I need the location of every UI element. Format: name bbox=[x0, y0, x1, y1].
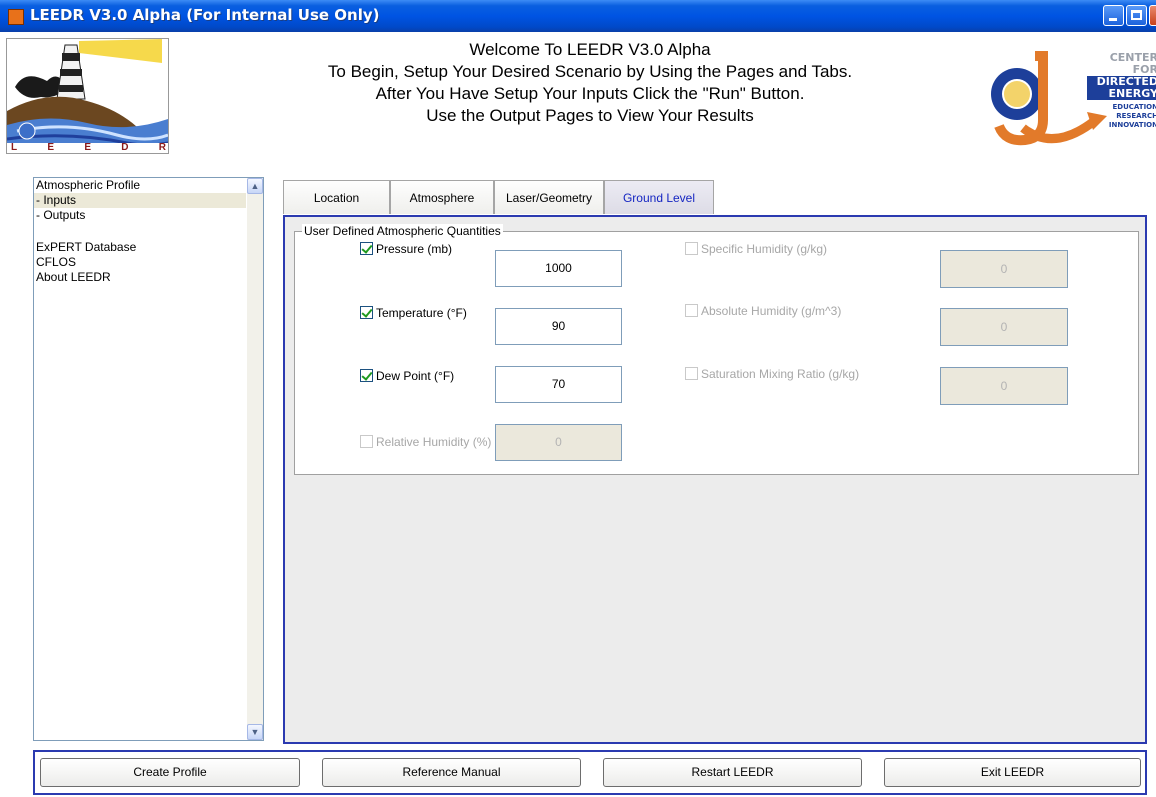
welcome-line: Use the Output Pages to View Your Result… bbox=[426, 106, 754, 125]
maximize-button[interactable] bbox=[1126, 5, 1147, 26]
absolute-humidity-checkbox[interactable]: Absolute Humidity (g/m^3) bbox=[685, 304, 841, 318]
checkbox-unchecked-icon bbox=[685, 304, 698, 317]
saturation-mixing-ratio-label: Saturation Mixing Ratio (g/kg) bbox=[701, 367, 860, 381]
logo-text-line: EDUCATION bbox=[1112, 103, 1156, 111]
chevron-up-icon: ▲ bbox=[250, 181, 260, 191]
window-title: LEEDR V3.0 Alpha (For Internal Use Only) bbox=[30, 6, 380, 24]
welcome-text: Welcome To LEEDR V3.0 Alpha To Begin, Se… bbox=[290, 39, 890, 127]
logo-text: CENTER FOR DIRECTED ENERGY EDUCATION RES… bbox=[1087, 52, 1156, 130]
checkbox-checked-icon bbox=[360, 306, 373, 319]
relative-humidity-label: Relative Humidity (%) bbox=[376, 435, 492, 449]
minimize-icon bbox=[1109, 18, 1117, 21]
leedr-logo: L E E D R bbox=[6, 38, 169, 154]
tab-location[interactable]: Location bbox=[283, 180, 390, 214]
absolute-humidity-label: Absolute Humidity (g/m^3) bbox=[701, 304, 842, 318]
sidebar-item-cflos[interactable]: CFLOS bbox=[34, 255, 263, 270]
dew-point-label: Dew Point (°F) bbox=[376, 369, 455, 383]
tab-atmosphere[interactable]: Atmosphere bbox=[390, 180, 494, 214]
restart-leedr-button[interactable]: Restart LEEDR bbox=[603, 758, 862, 787]
reference-manual-button[interactable]: Reference Manual bbox=[322, 758, 581, 787]
exit-leedr-button[interactable]: Exit LEEDR bbox=[884, 758, 1141, 787]
temperature-checkbox[interactable]: Temperature (°F) bbox=[360, 306, 467, 320]
sidebar-item-outputs[interactable]: - Outputs bbox=[34, 208, 263, 223]
chevron-down-icon: ▼ bbox=[250, 727, 260, 737]
sidebar-item-inputs[interactable]: - Inputs bbox=[34, 193, 246, 208]
atmospheric-quantities-group: User Defined Atmospheric Quantities Pres… bbox=[294, 224, 1139, 475]
pressure-checkbox[interactable]: Pressure (mb) bbox=[360, 242, 452, 256]
specific-humidity-checkbox[interactable]: Specific Humidity (g/kg) bbox=[685, 242, 827, 256]
tab-laser-geometry[interactable]: Laser/Geometry bbox=[494, 180, 604, 214]
tab-ground-level[interactable]: Ground Level bbox=[604, 180, 714, 214]
action-bar: Create Profile Reference Manual Restart … bbox=[33, 750, 1147, 795]
checkbox-checked-icon bbox=[360, 242, 373, 255]
specific-humidity-input[interactable]: 0 bbox=[940, 250, 1068, 288]
app-client-area: L E E D R Welcome To LEEDR V3.0 Alpha To… bbox=[0, 32, 1156, 797]
maximize-icon bbox=[1131, 10, 1142, 20]
welcome-line: To Begin, Setup Your Desired Scenario by… bbox=[327, 62, 853, 81]
logo-letter: E bbox=[47, 142, 55, 153]
logo-letter: D bbox=[121, 142, 129, 153]
checkbox-unchecked-icon bbox=[685, 367, 698, 380]
logo-text-line: RESEARCH bbox=[1116, 112, 1156, 120]
sidebar-item-atmospheric-profile[interactable]: Atmospheric Profile bbox=[34, 178, 263, 193]
close-button[interactable] bbox=[1149, 5, 1156, 26]
relative-humidity-checkbox[interactable]: Relative Humidity (%) bbox=[360, 435, 491, 449]
checkbox-checked-icon bbox=[360, 369, 373, 382]
logo-text-line: ENERGY bbox=[1087, 88, 1156, 100]
directed-energy-logo: CENTER FOR DIRECTED ENERGY EDUCATION RES… bbox=[983, 42, 1156, 152]
scroll-up-button[interactable]: ▲ bbox=[247, 178, 263, 194]
dew-point-checkbox[interactable]: Dew Point (°F) bbox=[360, 369, 454, 383]
logo-letter: L bbox=[11, 142, 18, 153]
create-profile-button[interactable]: Create Profile bbox=[40, 758, 300, 787]
checkbox-unchecked-icon bbox=[360, 435, 373, 448]
temperature-input[interactable]: 90 bbox=[495, 308, 622, 345]
logo-letter: E bbox=[84, 142, 91, 153]
page-navigation-list[interactable]: Atmospheric Profile - Inputs - Outputs E… bbox=[33, 177, 264, 741]
ground-level-panel: User Defined Atmospheric Quantities Pres… bbox=[283, 215, 1147, 744]
matlab-app-icon bbox=[8, 9, 24, 25]
minimize-button[interactable] bbox=[1103, 5, 1124, 26]
group-title: User Defined Atmospheric Quantities bbox=[302, 224, 503, 238]
logo-letter: R bbox=[158, 142, 166, 153]
temperature-label: Temperature (°F) bbox=[376, 306, 467, 320]
specific-humidity-label: Specific Humidity (g/kg) bbox=[701, 242, 828, 256]
logo-text-line: INNOVATION bbox=[1108, 121, 1156, 129]
dew-point-input[interactable]: 70 bbox=[495, 366, 622, 403]
welcome-line: Welcome To LEEDR V3.0 Alpha bbox=[469, 40, 711, 59]
leedr-logo-letters: L E E D R bbox=[11, 142, 166, 153]
sidebar-item-about-leedr[interactable]: About LEEDR bbox=[34, 270, 263, 285]
saturation-mixing-ratio-checkbox[interactable]: Saturation Mixing Ratio (g/kg) bbox=[685, 367, 859, 381]
scroll-down-button[interactable]: ▼ bbox=[247, 724, 263, 740]
welcome-line: After You Have Setup Your Inputs Click t… bbox=[375, 84, 805, 103]
sidebar-item-expert-database[interactable]: ExPERT Database bbox=[34, 240, 263, 255]
saturation-mixing-ratio-input[interactable]: 0 bbox=[940, 367, 1068, 405]
pressure-label: Pressure (mb) bbox=[376, 242, 453, 256]
vertical-scrollbar[interactable]: ▲ ▼ bbox=[247, 178, 263, 740]
checkbox-unchecked-icon bbox=[685, 242, 698, 255]
absolute-humidity-input[interactable]: 0 bbox=[940, 308, 1068, 346]
title-bar[interactable]: LEEDR V3.0 Alpha (For Internal Use Only) bbox=[0, 0, 1156, 32]
pressure-input[interactable]: 1000 bbox=[495, 250, 622, 287]
relative-humidity-input[interactable]: 0 bbox=[495, 424, 622, 461]
